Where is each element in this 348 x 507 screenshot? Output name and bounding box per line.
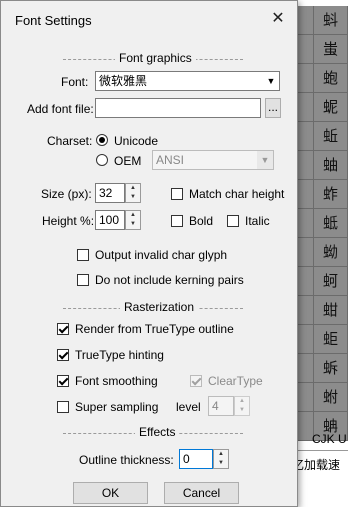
- glyph-cell[interactable]: 蚫: [314, 64, 348, 93]
- truetype-hinting-checkbox[interactable]: [57, 349, 69, 361]
- oem-radio[interactable]: [96, 154, 108, 166]
- font-settings-dialog: Font Settings ✕ Font graphics Font: 微软雅黑…: [0, 0, 298, 507]
- level-stepper[interactable]: 4 ▲ ▼: [208, 396, 250, 416]
- oem-charset-select[interactable]: ANSI ▼: [152, 150, 274, 170]
- super-sampling-checkbox[interactable]: [57, 401, 69, 413]
- glyph-cell[interactable]: 蚱: [314, 180, 348, 209]
- glyph-cell[interactable]: 蚹: [314, 383, 348, 412]
- browse-button[interactable]: ...: [265, 98, 281, 118]
- level-spin-arrows[interactable]: ▲ ▼: [234, 396, 250, 416]
- size-label: Size (px):: [41, 187, 92, 201]
- effects-heading: Effects: [135, 425, 180, 439]
- glyph-cell[interactable]: 蚵: [314, 267, 348, 296]
- spin-down-icon[interactable]: ▼: [235, 406, 249, 415]
- close-icon[interactable]: ✕: [263, 7, 293, 31]
- spin-up-icon[interactable]: ▲: [235, 397, 249, 406]
- cleartype-checkbox[interactable]: [190, 375, 202, 387]
- italic-label: Italic: [245, 214, 270, 228]
- oem-charset-value: ANSI: [156, 153, 185, 167]
- super-sampling-label: Super sampling: [75, 400, 159, 414]
- charset-label: Charset:: [47, 134, 93, 148]
- rasterization-heading: Rasterization: [120, 300, 199, 314]
- italic-checkbox[interactable]: [227, 215, 239, 227]
- chevron-down-icon: ▼: [257, 151, 273, 169]
- render-truetype-label: Render from TrueType outline: [75, 322, 234, 336]
- unicode-label: Unicode: [114, 134, 159, 148]
- chevron-down-icon: ▼: [266, 76, 276, 86]
- outline-thickness-label: Outline thickness:: [79, 453, 174, 467]
- height-spin-arrows[interactable]: ▲ ▼: [125, 210, 141, 230]
- spin-up-icon[interactable]: ▲: [214, 450, 228, 459]
- height-value[interactable]: 100: [95, 210, 125, 230]
- spin-down-icon[interactable]: ▼: [126, 193, 140, 202]
- glyph-cell[interactable]: 蚭: [314, 93, 348, 122]
- match-char-height-label: Match char height: [189, 187, 285, 201]
- height-stepper[interactable]: 100 ▲ ▼: [95, 210, 141, 230]
- height-label: Height %:: [42, 214, 95, 228]
- add-font-file-input[interactable]: [95, 98, 261, 118]
- glyph-cell[interactable]: 蚶: [314, 296, 348, 325]
- font-graphics-heading: Font graphics: [115, 51, 196, 65]
- level-label: level: [176, 400, 201, 414]
- font-select[interactable]: 微软雅黑 ▼: [95, 71, 280, 91]
- truetype-hinting-label: TrueType hinting: [75, 348, 164, 362]
- bold-checkbox[interactable]: [171, 215, 183, 227]
- ok-button[interactable]: OK: [73, 482, 148, 504]
- unicode-radio[interactable]: [96, 134, 108, 146]
- level-value[interactable]: 4: [208, 396, 234, 416]
- outline-thickness-value[interactable]: 0: [179, 449, 213, 469]
- glyph-cell[interactable]: 蚸: [314, 354, 348, 383]
- outline-thickness-stepper[interactable]: 0 ▲ ▼: [179, 449, 229, 469]
- background-status-text: 忆加载速: [292, 458, 341, 472]
- glyph-cell[interactable]: 蚩: [314, 35, 348, 64]
- size-stepper[interactable]: 32 ▲ ▼: [95, 183, 141, 203]
- font-select-value: 微软雅黑: [99, 74, 148, 88]
- output-invalid-glyph-label: Output invalid char glyph: [95, 248, 228, 262]
- outline-spin-arrows[interactable]: ▲ ▼: [213, 449, 229, 469]
- cleartype-label: ClearType: [208, 374, 263, 388]
- glyph-cell[interactable]: 蚯: [314, 122, 348, 151]
- font-smoothing-checkbox[interactable]: [57, 375, 69, 387]
- cancel-button[interactable]: Cancel: [164, 482, 239, 504]
- dialog-title: Font Settings: [15, 13, 92, 28]
- glyph-cell[interactable]: 蚪: [314, 6, 348, 35]
- cjk-range-label: CJK U: [312, 432, 347, 446]
- glyph-cell[interactable]: 蚷: [314, 325, 348, 354]
- font-smoothing-label: Font smoothing: [75, 374, 158, 388]
- render-truetype-checkbox[interactable]: [57, 323, 69, 335]
- bold-label: Bold: [189, 214, 214, 228]
- no-kerning-label: Do not include kerning pairs: [95, 273, 244, 287]
- match-char-height-checkbox[interactable]: [171, 188, 183, 200]
- glyph-cell[interactable]: 蚰: [314, 151, 348, 180]
- glyph-cell[interactable]: 蚴: [314, 238, 348, 267]
- glyph-cell[interactable]: 蚳: [314, 209, 348, 238]
- spin-up-icon[interactable]: ▲: [126, 211, 140, 220]
- spin-up-icon[interactable]: ▲: [126, 184, 140, 193]
- spin-down-icon[interactable]: ▼: [126, 220, 140, 229]
- no-kerning-checkbox[interactable]: [77, 274, 89, 286]
- font-label: Font:: [61, 75, 89, 89]
- spin-down-icon[interactable]: ▼: [214, 459, 228, 468]
- output-invalid-glyph-checkbox[interactable]: [77, 249, 89, 261]
- add-font-file-label: Add font file:: [27, 102, 94, 116]
- oem-label: OEM: [114, 154, 142, 168]
- size-value[interactable]: 32: [95, 183, 125, 203]
- size-spin-arrows[interactable]: ▲ ▼: [125, 183, 141, 203]
